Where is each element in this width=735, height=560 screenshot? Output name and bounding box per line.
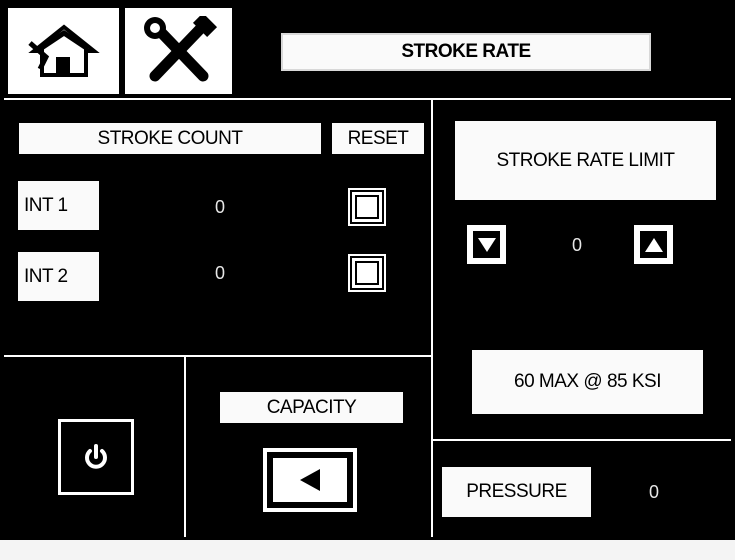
home-button[interactable] xyxy=(6,6,121,96)
divider-right-bottom xyxy=(433,439,731,441)
pressure-label: PRESSURE xyxy=(442,467,591,517)
arrow-left-icon xyxy=(300,469,320,491)
power-button[interactable] xyxy=(58,419,134,495)
stroke-rate-limit-value: 0 xyxy=(571,234,582,255)
int1-value: 0 xyxy=(214,196,225,217)
divider-header xyxy=(4,98,731,100)
decrease-button[interactable] xyxy=(467,225,506,264)
divider-left-bottom xyxy=(184,357,186,537)
divider-vertical-main xyxy=(431,100,433,537)
wrench-screwdriver-icon xyxy=(143,16,217,82)
increase-button[interactable] xyxy=(634,225,673,264)
max-rate-label: 60 MAX @ 85 KSI xyxy=(472,350,703,414)
tools-button[interactable] xyxy=(125,8,232,94)
reset-heading: RESET xyxy=(332,123,424,154)
divider-left-mid xyxy=(4,355,431,357)
capacity-label: CAPACITY xyxy=(220,392,403,423)
power-icon xyxy=(85,444,107,469)
int1-label: INT 1 xyxy=(18,181,99,230)
int1-reset-checkbox[interactable] xyxy=(348,188,386,226)
int2-label: INT 2 xyxy=(18,252,99,301)
pressure-value: 0 xyxy=(648,481,659,502)
int2-reset-checkbox[interactable] xyxy=(348,254,386,292)
stroke-count-heading: STROKE COUNT xyxy=(19,123,321,154)
arrow-up-icon xyxy=(644,237,663,252)
arrow-down-icon xyxy=(477,237,496,252)
page-title: STROKE RATE xyxy=(281,33,651,71)
capacity-button[interactable] xyxy=(263,448,357,512)
stroke-rate-limit-heading: STROKE RATE LIMIT xyxy=(455,121,716,200)
int2-value: 0 xyxy=(214,262,225,283)
home-icon xyxy=(27,24,100,77)
